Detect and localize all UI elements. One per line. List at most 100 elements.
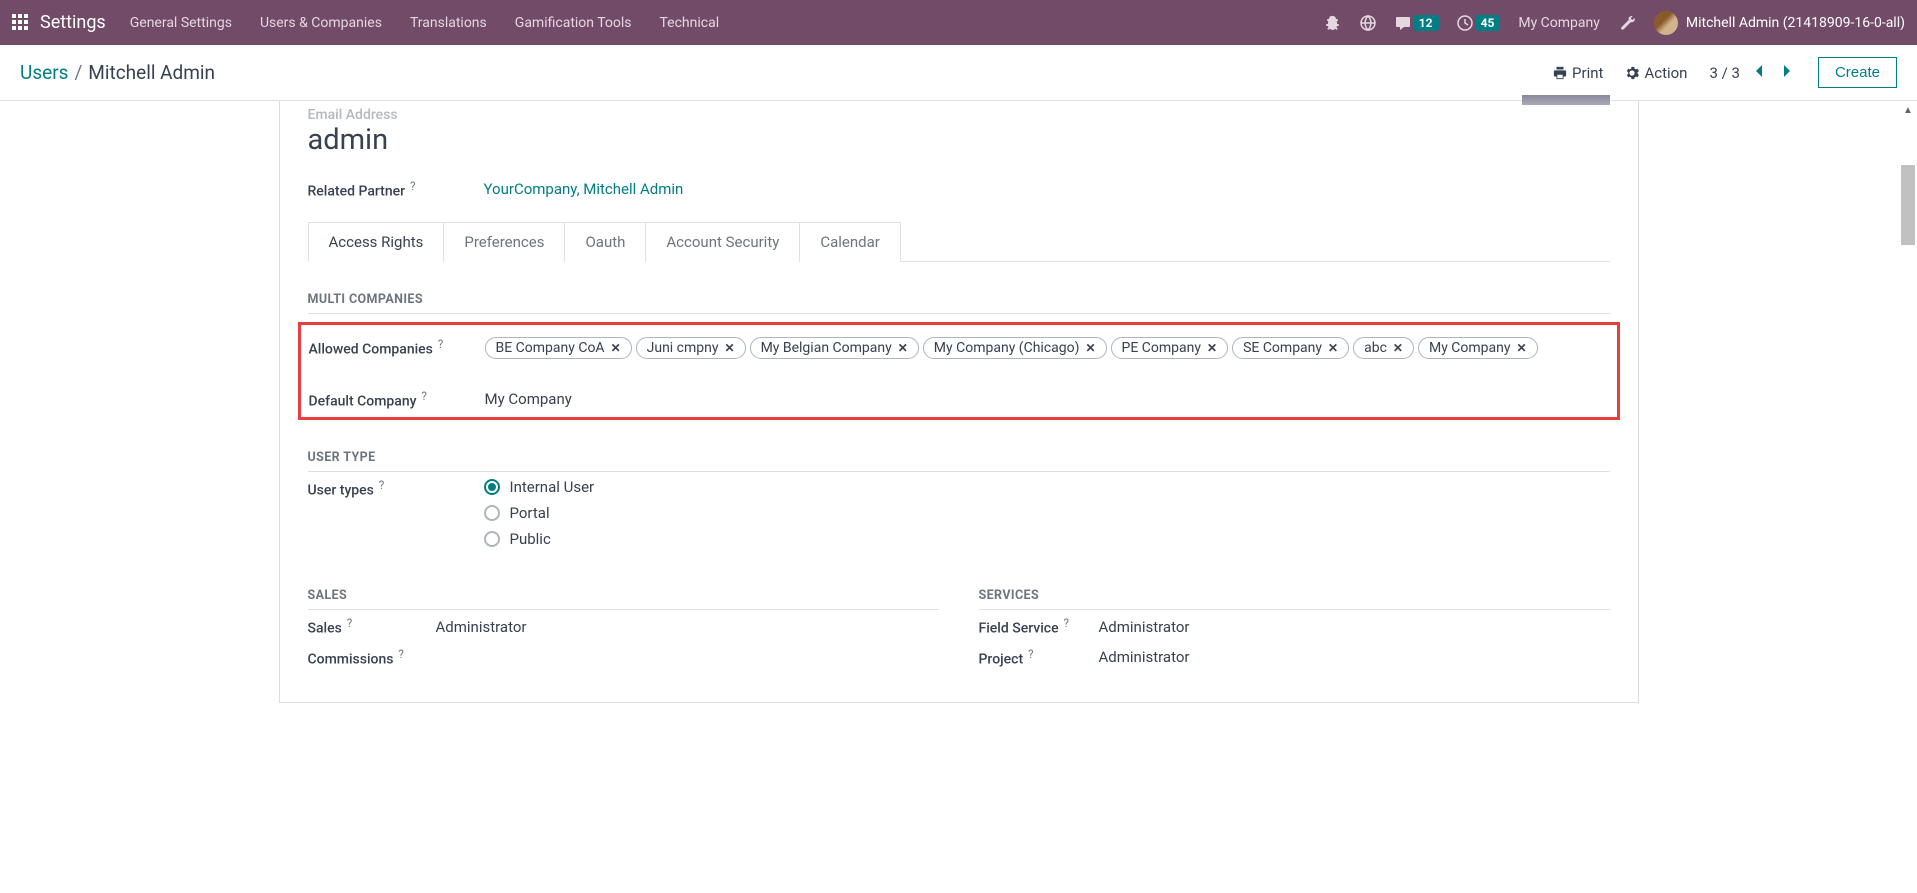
tab-calendar[interactable]: Calendar	[799, 222, 901, 262]
partner-image	[1522, 95, 1610, 105]
tag-remove-icon[interactable]: ✕	[1517, 341, 1527, 355]
allowed-companies-tags[interactable]: BE Company CoA✕ Juni cmpny✕ My Belgian C…	[485, 337, 1609, 359]
breadcrumb-root[interactable]: Users	[20, 61, 68, 84]
column-services: SERVICES Field Service ? Administrator P…	[979, 558, 1610, 677]
email-value[interactable]: admin	[308, 123, 1610, 157]
default-company-row: Default Company ? My Company	[309, 389, 1609, 410]
tag-company: My Company✕	[1418, 337, 1538, 359]
tag-company: My Company (Chicago)✕	[923, 337, 1107, 359]
action-button[interactable]: Action	[1625, 64, 1687, 82]
nav-item-gamification[interactable]: Gamification Tools	[515, 15, 632, 31]
tag-company: PE Company✕	[1111, 337, 1229, 359]
default-company-label: Default Company ?	[309, 389, 485, 410]
tag-remove-icon[interactable]: ✕	[725, 341, 735, 355]
activities-icon[interactable]: 45	[1457, 15, 1501, 31]
breadcrumb: Users / Mitchell Admin	[20, 61, 215, 84]
support-icon[interactable]	[1359, 14, 1377, 32]
user-types-row: User types ? Internal User Portal Public	[308, 478, 1610, 548]
tab-oauth[interactable]: Oauth	[564, 222, 646, 262]
pager-prev[interactable]	[1750, 63, 1768, 82]
form-container: Email Address admin Related Partner ? Yo…	[259, 101, 1659, 703]
gear-icon	[1625, 66, 1639, 80]
pager-next[interactable]	[1778, 63, 1796, 82]
allowed-companies-label: Allowed Companies ?	[309, 337, 485, 358]
tag-remove-icon[interactable]: ✕	[898, 341, 908, 355]
nav-item-technical[interactable]: Technical	[660, 15, 720, 31]
project-row: Project ? Administrator	[979, 647, 1610, 668]
radio-portal[interactable]: Portal	[484, 504, 595, 522]
section-multi-companies: MULTI COMPANIES	[308, 292, 1610, 314]
sales-row: Sales ? Administrator	[308, 616, 939, 637]
user-name: Mitchell Admin (21418909-16-0-all)	[1686, 15, 1905, 31]
control-panel-right: Print Action 3 / 3 Create	[1553, 57, 1897, 88]
create-button[interactable]: Create	[1818, 57, 1897, 88]
related-partner-value[interactable]: YourCompany, Mitchell Admin	[484, 180, 1610, 198]
tag-remove-icon[interactable]: ✕	[611, 341, 621, 355]
user-menu[interactable]: Mitchell Admin (21418909-16-0-all)	[1654, 11, 1905, 35]
radio-internal-user[interactable]: Internal User	[484, 478, 595, 496]
nav-item-users-companies[interactable]: Users & Companies	[260, 15, 382, 31]
sales-label: Sales ?	[308, 616, 436, 637]
tag-company: SE Company✕	[1232, 337, 1349, 359]
messages-badge: 12	[1413, 15, 1439, 31]
column-sales: SALES Sales ? Administrator Commissions …	[308, 558, 939, 677]
user-types-radio-group: Internal User Portal Public	[484, 478, 595, 548]
project-label: Project ?	[979, 647, 1099, 668]
tag-company: Juni cmpny✕	[636, 337, 746, 359]
related-partner-label: Related Partner ?	[308, 179, 484, 200]
radio-circle-icon	[484, 505, 500, 521]
app-title[interactable]: Settings	[40, 12, 106, 33]
section-sales: SALES	[308, 588, 939, 610]
tag-remove-icon[interactable]: ✕	[1207, 341, 1217, 355]
avatar	[1654, 11, 1678, 35]
nav-item-general-settings[interactable]: General Settings	[130, 15, 232, 31]
radio-circle-icon	[484, 531, 500, 547]
field-service-row: Field Service ? Administrator	[979, 616, 1610, 637]
print-button[interactable]: Print	[1553, 64, 1603, 82]
breadcrumb-separator: /	[74, 61, 82, 84]
highlight-box: Allowed Companies ? BE Company CoA✕ Juni…	[298, 322, 1620, 421]
field-service-value[interactable]: Administrator	[1099, 618, 1610, 636]
scrollbar-thumb[interactable]	[1901, 165, 1915, 245]
commissions-row: Commissions ?	[308, 647, 939, 668]
tab-access-rights[interactable]: Access Rights	[308, 222, 445, 262]
tab-preferences[interactable]: Preferences	[443, 222, 565, 262]
pager-text: 3 / 3	[1709, 64, 1740, 82]
tabs: Access Rights Preferences Oauth Account …	[308, 222, 1610, 262]
two-columns: SALES Sales ? Administrator Commissions …	[308, 558, 1610, 677]
form-sheet: Email Address admin Related Partner ? Yo…	[279, 101, 1639, 703]
commissions-label: Commissions ?	[308, 647, 436, 668]
related-partner-row: Related Partner ? YourCompany, Mitchell …	[308, 179, 1610, 200]
tag-remove-icon[interactable]: ✕	[1393, 341, 1403, 355]
sales-value[interactable]: Administrator	[436, 618, 939, 636]
messages-icon[interactable]: 12	[1395, 15, 1439, 31]
control-panel: Users / Mitchell Admin Print Action 3 / …	[0, 45, 1917, 101]
tab-account-security[interactable]: Account Security	[645, 222, 800, 262]
email-label: Email Address	[308, 107, 1610, 123]
pager: 3 / 3	[1709, 63, 1796, 82]
apps-icon[interactable]	[12, 14, 30, 32]
tag-remove-icon[interactable]: ✕	[1085, 341, 1095, 355]
debug-icon[interactable]	[1325, 15, 1341, 31]
default-company-value[interactable]: My Company	[485, 390, 1609, 408]
project-value[interactable]: Administrator	[1099, 648, 1610, 666]
activities-badge: 45	[1475, 15, 1501, 31]
section-user-type: USER TYPE	[308, 450, 1610, 472]
top-nav: Settings General Settings Users & Compan…	[0, 0, 1917, 45]
tag-remove-icon[interactable]: ✕	[1328, 341, 1338, 355]
section-services: SERVICES	[979, 588, 1610, 610]
tools-icon[interactable]	[1618, 14, 1636, 32]
allowed-companies-row: Allowed Companies ? BE Company CoA✕ Juni…	[309, 337, 1609, 359]
nav-item-translations[interactable]: Translations	[410, 15, 487, 31]
breadcrumb-current: Mitchell Admin	[88, 61, 215, 84]
tag-company: BE Company CoA✕	[485, 337, 632, 359]
print-icon	[1553, 66, 1567, 80]
radio-public[interactable]: Public	[484, 530, 595, 548]
field-service-label: Field Service ?	[979, 616, 1099, 637]
tag-company: abc✕	[1353, 337, 1414, 359]
tag-company: My Belgian Company✕	[750, 337, 919, 359]
nav-menu: General Settings Users & Companies Trans…	[130, 15, 1325, 31]
company-selector[interactable]: My Company	[1518, 15, 1600, 31]
radio-circle-icon	[484, 479, 500, 495]
scroll-up-arrow-icon[interactable]: ▲	[1901, 103, 1915, 117]
